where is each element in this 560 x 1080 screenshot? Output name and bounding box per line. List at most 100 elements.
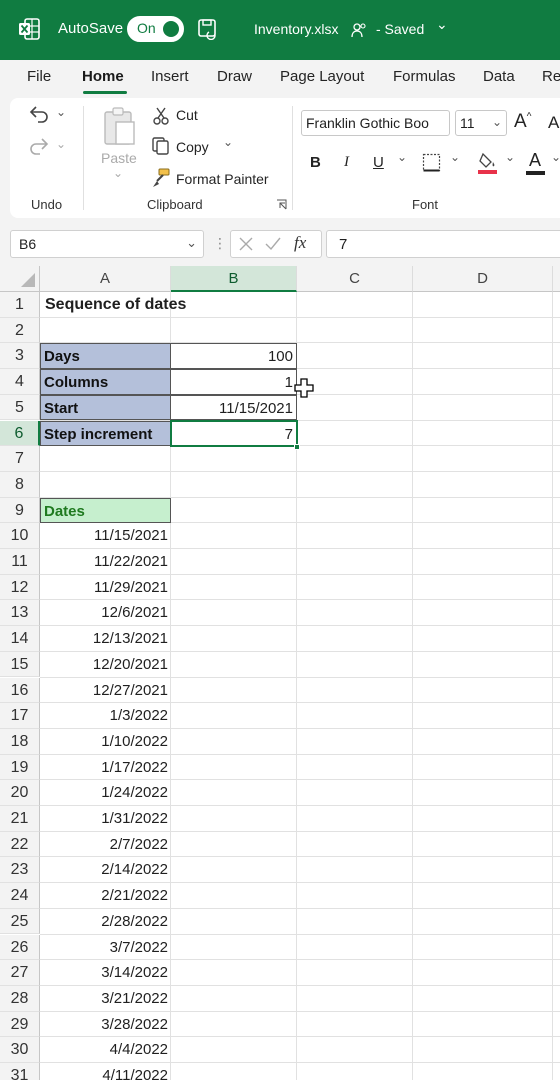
row-header[interactable]: 31 (0, 1063, 40, 1080)
tab-home[interactable]: Home (82, 68, 124, 85)
fill-handle[interactable] (294, 444, 300, 450)
file-name[interactable]: Inventory.xlsx (254, 21, 339, 37)
paste-icon[interactable] (102, 106, 138, 146)
param-value-days[interactable]: 100 (170, 343, 297, 370)
select-all-corner[interactable] (0, 266, 40, 292)
redo-chevron-down-icon[interactable]: ⌄ (56, 137, 66, 151)
date-cell[interactable]: 2/21/2022 (40, 883, 171, 909)
row-header[interactable]: 29 (0, 1011, 40, 1038)
copy-chevron-down-icon[interactable]: ⌄ (223, 135, 233, 149)
cut-button[interactable]: Cut (176, 107, 198, 123)
formula-input[interactable]: 7 (326, 230, 560, 258)
borders-icon[interactable] (422, 153, 441, 172)
font-size-combo[interactable]: 11 ⌄ (455, 110, 507, 136)
undo-chevron-down-icon[interactable]: ⌄ (56, 105, 66, 119)
font-name-combo[interactable]: Franklin Gothic Boo (301, 110, 450, 136)
row-header[interactable]: 30 (0, 1037, 40, 1063)
row-header[interactable]: 28 (0, 985, 40, 1012)
date-cell[interactable]: 1/10/2022 (40, 729, 171, 755)
formula-bar-grip-icon[interactable]: ⋮ (213, 235, 227, 252)
autosave-toggle[interactable]: On (127, 16, 184, 42)
date-cell[interactable]: 12/27/2021 (40, 678, 171, 704)
param-label-days[interactable]: Days (40, 343, 171, 370)
redo-icon[interactable] (28, 136, 50, 156)
row-header[interactable]: 9 (0, 497, 40, 524)
date-cell[interactable]: 1/31/2022 (40, 806, 171, 832)
row-header[interactable]: 8 (0, 471, 40, 498)
column-header-c[interactable]: C (297, 266, 413, 292)
row-header[interactable]: 5 (0, 394, 40, 421)
underline-button[interactable]: U (373, 154, 384, 171)
row-header[interactable]: 14 (0, 626, 40, 652)
name-box[interactable]: B6 ⌄ (10, 230, 204, 258)
row-header[interactable]: 7 (0, 446, 40, 472)
row-header[interactable]: 4 (0, 369, 40, 395)
worksheet-grid[interactable]: A B C D 1 2 3 4 5 6 7 8 9 10 11 12 13 14 15 16 17 18 19 20 2… (0, 266, 560, 1080)
enter-check-icon[interactable] (265, 237, 281, 251)
dialog-launcher-icon[interactable] (276, 199, 287, 210)
font-color-chevron-down-icon[interactable]: ⌄ (551, 150, 560, 164)
date-cell[interactable]: 1/24/2022 (40, 780, 171, 806)
tab-data[interactable]: Data (483, 68, 515, 85)
column-header-a[interactable]: A (40, 266, 171, 292)
tab-review[interactable]: Re (542, 68, 560, 85)
date-cell[interactable]: 11/15/2021 (40, 523, 171, 549)
undo-icon[interactable] (28, 104, 50, 124)
tab-page-layout[interactable]: Page Layout (280, 68, 364, 85)
row-header[interactable]: 19 (0, 754, 40, 781)
increase-font-size-icon[interactable]: A^ (514, 111, 531, 133)
row-header[interactable]: 13 (0, 600, 40, 627)
tab-insert[interactable]: Insert (151, 68, 189, 85)
row-header[interactable]: 18 (0, 728, 40, 755)
date-cell[interactable]: 1/3/2022 (40, 703, 171, 729)
row-header[interactable]: 16 (0, 677, 40, 704)
sheet-title[interactable]: Sequence of dates (42, 292, 292, 318)
param-value-columns[interactable]: 1 (170, 369, 297, 395)
param-label-step[interactable]: Step increment (40, 420, 171, 447)
row-header[interactable]: 17 (0, 703, 40, 729)
column-header-b[interactable]: B (171, 266, 297, 292)
date-cell[interactable]: 11/29/2021 (40, 575, 171, 601)
copy-button[interactable]: Copy (176, 139, 209, 155)
status-chevron-down-icon[interactable]: ⌄ (436, 16, 448, 33)
row-header[interactable]: 20 (0, 780, 40, 806)
row-header[interactable]: 22 (0, 831, 40, 858)
fill-color-icon[interactable] (477, 151, 498, 174)
bold-button[interactable]: B (310, 154, 321, 171)
active-cell-selection[interactable] (170, 420, 298, 447)
date-cell[interactable]: 4/4/2022 (40, 1037, 171, 1063)
save-status[interactable]: - Saved (376, 21, 424, 37)
format-painter-button[interactable]: Format Painter (176, 171, 269, 187)
date-cell[interactable]: 3/7/2022 (40, 935, 171, 961)
param-label-columns[interactable]: Columns (40, 369, 171, 395)
row-header[interactable]: 12 (0, 574, 40, 601)
date-cell[interactable]: 2/14/2022 (40, 857, 171, 883)
dates-header[interactable]: Dates (40, 497, 171, 524)
row-header[interactable]: 27 (0, 960, 40, 986)
fill-color-chevron-down-icon[interactable]: ⌄ (505, 150, 515, 164)
insert-function-fx-icon[interactable]: fx (294, 233, 306, 253)
row-header[interactable]: 1 (0, 292, 40, 318)
name-box-chevron-down-icon[interactable]: ⌄ (186, 235, 197, 251)
row-header[interactable]: 2 (0, 317, 40, 344)
row-header[interactable]: 24 (0, 883, 40, 909)
date-cell[interactable]: 1/17/2022 (40, 755, 171, 781)
date-cell[interactable]: 2/7/2022 (40, 832, 171, 858)
row-header[interactable]: 10 (0, 523, 40, 549)
tab-file[interactable]: File (27, 68, 51, 85)
date-cell[interactable]: 3/14/2022 (40, 960, 171, 986)
column-header-d[interactable]: D (413, 266, 553, 292)
row-header[interactable]: 3 (0, 343, 40, 370)
decrease-font-size-icon[interactable]: A (548, 113, 559, 133)
date-cell[interactable]: 4/11/2022 (40, 1063, 171, 1080)
param-value-start[interactable]: 11/15/2021 (170, 394, 297, 421)
underline-chevron-down-icon[interactable]: ⌄ (397, 150, 407, 164)
paste-button[interactable]: Paste (101, 150, 137, 166)
row-header[interactable]: 26 (0, 934, 40, 961)
date-cell[interactable]: 3/21/2022 (40, 986, 171, 1012)
param-label-start[interactable]: Start (40, 394, 171, 421)
date-cell[interactable]: 2/28/2022 (40, 909, 171, 935)
date-cell[interactable]: 12/13/2021 (40, 626, 171, 652)
row-header[interactable]: 11 (0, 549, 40, 575)
row-header[interactable]: 23 (0, 857, 40, 884)
